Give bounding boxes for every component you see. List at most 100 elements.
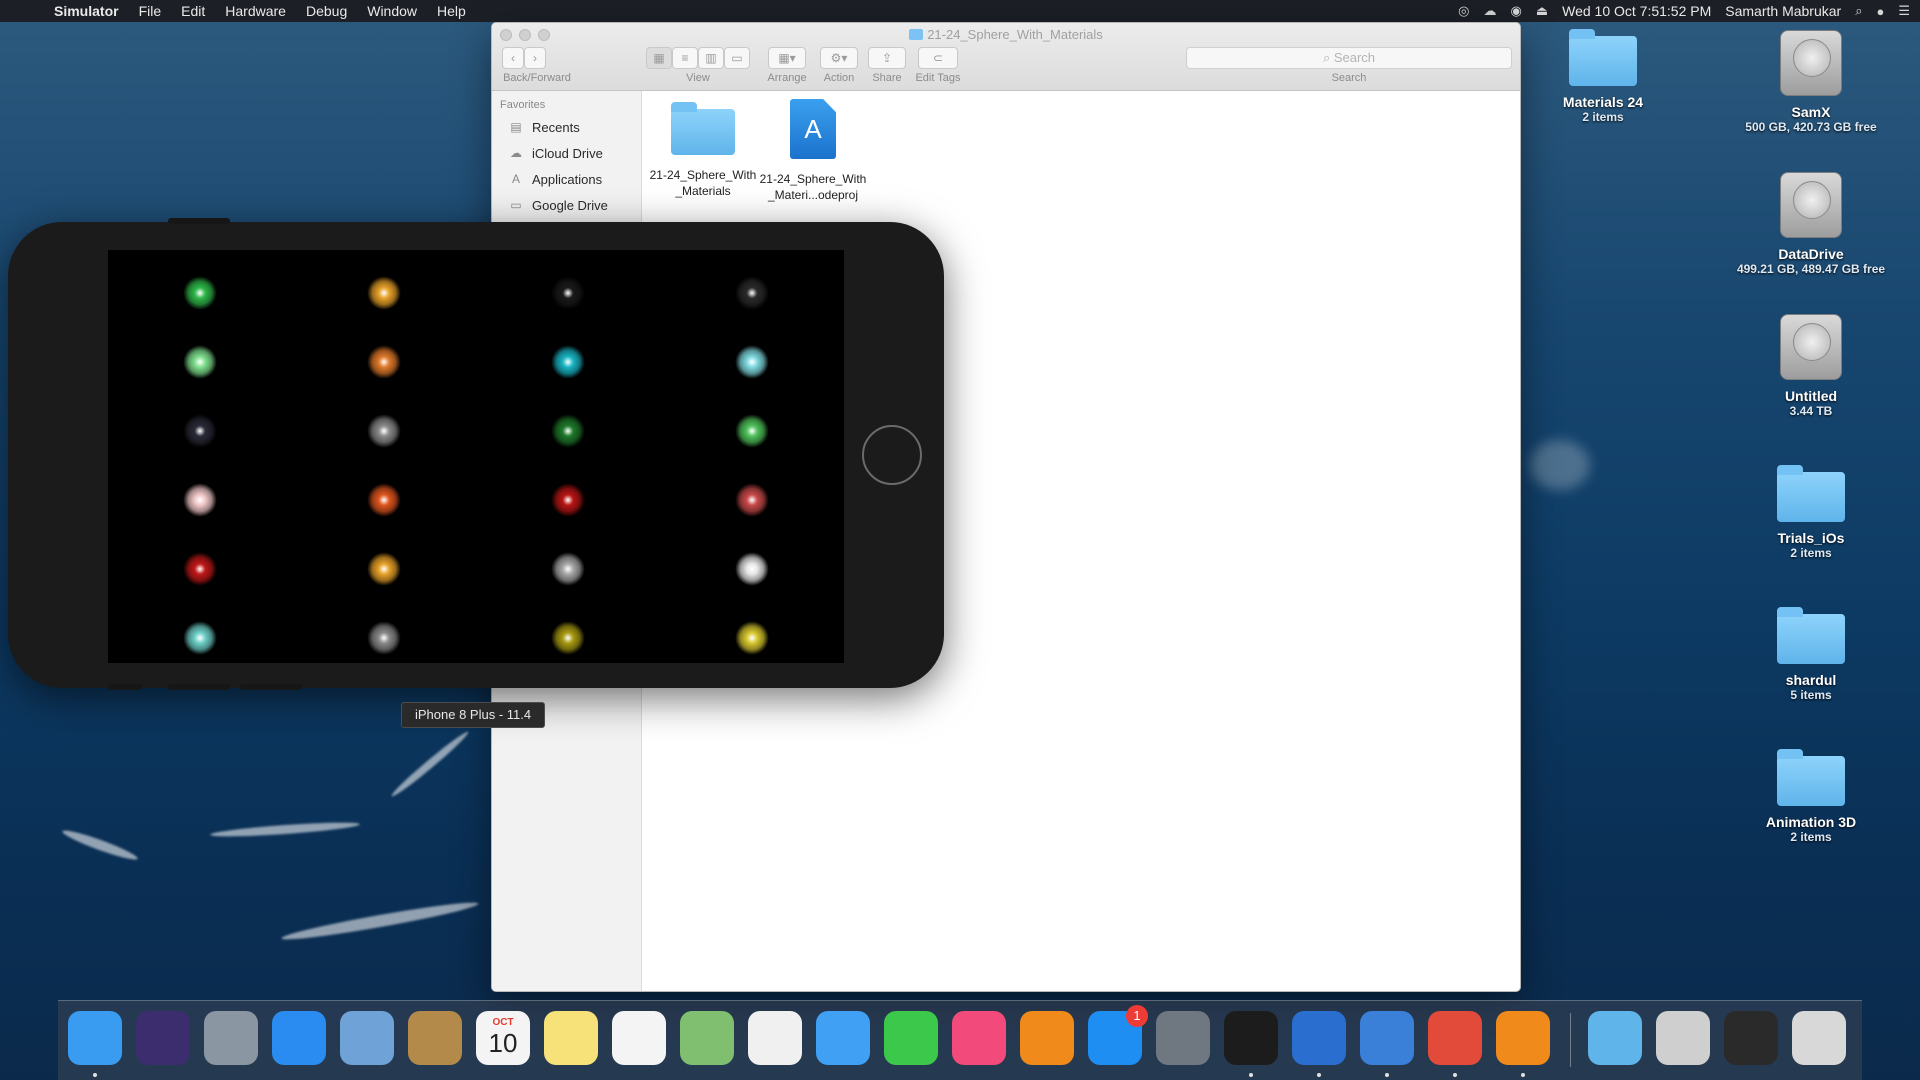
edit-tags-label: Edit Tags	[915, 72, 961, 84]
notes-icon[interactable]	[544, 1011, 598, 1065]
device-tooltip: iPhone 8 Plus - 11.4	[401, 702, 546, 728]
sidebar-item-applications[interactable]: A Applications	[508, 169, 602, 189]
forward-button[interactable]: ›	[524, 47, 546, 69]
contacts-icon[interactable]	[408, 1011, 462, 1065]
xcode-project-icon: A	[790, 99, 836, 159]
search-placeholder: Search	[1333, 50, 1376, 65]
documents-stack-icon[interactable]	[1588, 1011, 1642, 1065]
view-label: View	[686, 72, 710, 84]
app-menu[interactable]: Simulator	[44, 3, 129, 19]
search-field[interactable]: ⌕ Search	[1186, 47, 1512, 69]
siri-menu-icon[interactable]: ●	[1876, 4, 1884, 19]
sphere-node	[183, 552, 217, 586]
file-item-xcodeproj[interactable]: A 21-24_Sphere_With_Materi...odeproj	[758, 99, 868, 203]
edit-tags-button[interactable]: ⊂	[918, 47, 958, 69]
facetime-icon[interactable]	[884, 1011, 938, 1065]
sphere-node	[183, 345, 217, 379]
app-store-icon[interactable]: 1	[1088, 1005, 1148, 1065]
arrange-label: Arrange	[767, 72, 807, 84]
folder-icon	[1777, 607, 1845, 664]
spotlight-search-icon[interactable]: ⌕	[1855, 3, 1862, 19]
iphone-simulator-window[interactable]	[8, 218, 944, 690]
messages-icon[interactable]	[816, 1011, 870, 1065]
clock[interactable]: Wed 10 Oct 7:51:52 PM	[1562, 3, 1711, 19]
sidebar-item-recents[interactable]: ▤ Recents	[508, 117, 579, 137]
menu-bar: Simulator File Edit Hardware Debug Windo…	[0, 0, 1920, 22]
sphere-node	[735, 345, 769, 379]
cloud-icon: ☁	[510, 146, 522, 160]
photos-icon[interactable]	[748, 1011, 802, 1065]
icon-view-button[interactable]: ▦	[646, 47, 672, 69]
action-gear-button[interactable]: ⚙▾	[820, 47, 858, 69]
menu-window[interactable]: Window	[357, 3, 427, 19]
home-button[interactable]	[862, 425, 922, 485]
xcode-dev-icon[interactable]	[1360, 1011, 1414, 1065]
sphere-node	[551, 483, 585, 517]
finder-icon[interactable]	[68, 1011, 122, 1065]
desktop-item-datadrive[interactable]: DataDrive 499.21 GB, 489.47 GB free	[1716, 172, 1906, 276]
user-name[interactable]: Samarth Mabrukar	[1725, 3, 1841, 19]
preview-icon[interactable]	[340, 1011, 394, 1065]
window-title: 21-24_Sphere_With_Materials	[492, 27, 1520, 42]
sphere-node	[551, 552, 585, 586]
trash-icon[interactable]	[1792, 1011, 1846, 1065]
running-indicator	[1317, 1073, 1321, 1077]
sphere-node	[183, 414, 217, 448]
back-button[interactable]: ‹	[502, 47, 524, 69]
maps-icon[interactable]	[680, 1011, 734, 1065]
safari-icon[interactable]	[272, 1011, 326, 1065]
launchpad-icon[interactable]	[204, 1011, 258, 1065]
column-view-button[interactable]: ▥	[698, 47, 724, 69]
list-view-button[interactable]: ≡	[672, 47, 698, 69]
creative-cloud-icon[interactable]: ◎	[1458, 3, 1469, 19]
cloud-upload-icon[interactable]: ☁	[1483, 3, 1496, 19]
desktop-item-trials-ios[interactable]: Trials_iOs 2 items	[1716, 465, 1906, 560]
sidebar-item-google-drive[interactable]: ▭ Google Drive	[508, 195, 608, 215]
calendar-icon[interactable]: OCT 10	[476, 1011, 530, 1065]
share-button[interactable]: ⇪	[868, 47, 906, 69]
desktop-item-animation-3d[interactable]: Animation 3D 2 items	[1716, 749, 1906, 844]
running-indicator	[1521, 1073, 1525, 1077]
desktop-item-samx[interactable]: SamX 500 GB, 420.73 GB free	[1716, 30, 1906, 134]
chrome-window-icon[interactable]	[1656, 1011, 1710, 1065]
menu-debug[interactable]: Debug	[296, 3, 357, 19]
hard-drive-icon	[1780, 314, 1842, 380]
calendar-month: OCT	[492, 1017, 514, 1028]
applications-icon: A	[511, 172, 520, 186]
back-forward-label: Back/Forward	[503, 72, 571, 84]
arrange-button[interactable]: ▦▾	[768, 47, 806, 69]
folder-icon	[909, 29, 924, 40]
menu-help[interactable]: Help	[427, 3, 476, 19]
menu-file[interactable]: File	[129, 3, 172, 19]
action-label: Action	[823, 72, 855, 84]
sphere-node	[367, 276, 401, 310]
menu-edit[interactable]: Edit	[171, 3, 215, 19]
eject-icon[interactable]: ⏏	[1536, 3, 1548, 19]
sphere-node	[183, 621, 217, 655]
desktop-item-shardul[interactable]: shardul 5 items	[1716, 607, 1906, 702]
sidebar-item-icloud-drive[interactable]: ☁ iCloud Drive	[508, 143, 603, 163]
xcode-icon[interactable]	[1292, 1011, 1346, 1065]
sublime-icon[interactable]	[1496, 1011, 1550, 1065]
folder-icon	[1569, 29, 1637, 86]
sphere-node	[735, 414, 769, 448]
terminal-icon[interactable]	[1224, 1011, 1278, 1065]
sublime-window-icon[interactable]	[1724, 1011, 1778, 1065]
desktop-item-untitled[interactable]: Untitled 3.44 TB	[1716, 314, 1906, 418]
file-item-folder[interactable]: 21-24_Sphere_With_Materials	[648, 102, 758, 199]
chrome-icon[interactable]	[1428, 1011, 1482, 1065]
nvidia-icon[interactable]: ◉	[1510, 3, 1521, 19]
reminders-icon[interactable]	[612, 1011, 666, 1065]
system-preferences-icon[interactable]	[1156, 1011, 1210, 1065]
sphere-node	[367, 552, 401, 586]
siri-icon[interactable]	[136, 1011, 190, 1065]
ibooks-icon[interactable]	[1020, 1011, 1074, 1065]
desktop-item-materials-24[interactable]: Materials 24 2 items	[1508, 29, 1698, 124]
itunes-icon[interactable]	[952, 1011, 1006, 1065]
simulator-screen[interactable]	[108, 250, 844, 663]
menu-hardware[interactable]: Hardware	[215, 3, 296, 19]
sphere-node	[551, 276, 585, 310]
sphere-node	[183, 276, 217, 310]
notification-center-icon[interactable]: ☰	[1898, 3, 1910, 19]
gallery-view-button[interactable]: ▭	[724, 47, 750, 69]
